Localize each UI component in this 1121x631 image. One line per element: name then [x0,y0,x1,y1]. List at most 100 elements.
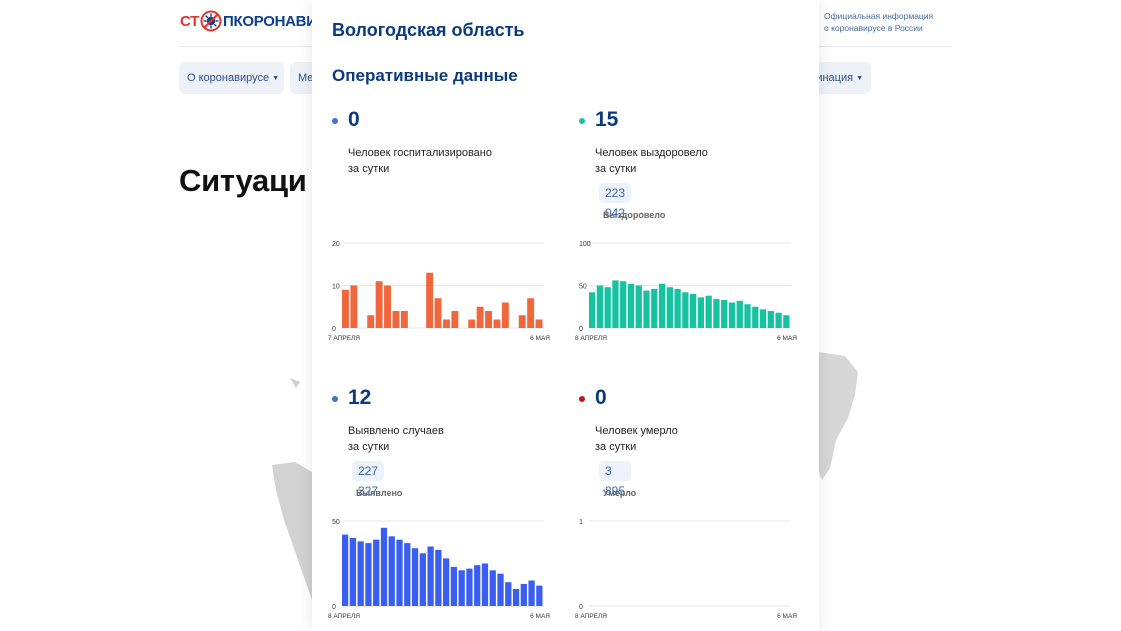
y-tick-label: 0 [579,604,583,611]
chart-bar[interactable] [682,292,689,328]
chart-bar[interactable] [674,288,681,328]
chart-bar[interactable] [775,312,782,328]
chart-bar[interactable] [728,302,736,329]
chart-bar[interactable] [493,319,501,329]
chart-bar[interactable] [367,315,375,328]
chart-bar[interactable] [752,306,759,328]
chart-bar[interactable] [342,534,349,606]
chart-bar[interactable] [426,272,434,328]
chart-bar[interactable] [589,292,596,328]
chart-bar[interactable] [705,295,712,328]
y-tick-label: 50 [579,284,587,291]
chart-deaths-svg: 0 1 8 АПРЕЛЯ 6 МАЯ [575,519,797,620]
chart-bar[interactable] [485,311,492,328]
x-start-label: 7 АПРЕЛЯ [328,335,360,342]
chart-bar[interactable] [620,281,627,328]
nav-about-coronavirus[interactable]: О коронавирусе ▼ [179,62,284,94]
chart-bar[interactable] [404,543,411,606]
chart-bar[interactable] [489,570,496,606]
chart-bar[interactable] [476,306,484,328]
site-info: Официальная информация о коронавирусе в … [824,10,933,34]
chart-bar[interactable] [627,283,635,328]
chart-bar[interactable] [721,299,728,328]
chart-bar[interactable] [528,580,535,607]
chart-bar[interactable] [536,585,543,606]
chart-bar[interactable] [535,319,543,329]
chart-bar[interactable] [380,527,388,606]
chart-bar[interactable] [375,281,383,328]
chart-bar[interactable] [427,546,434,607]
x-end-label: 6 МАЯ [530,335,550,342]
chart-bar[interactable] [501,302,509,329]
chart-bar[interactable] [604,287,611,328]
stat-description: Человек госпитализировано за сутки [348,145,518,177]
chart-bar[interactable] [505,582,512,606]
chart-bar[interactable] [419,553,426,606]
chart-bar[interactable] [411,548,419,606]
map-region-east[interactable] [818,352,858,480]
chart-bar[interactable] [736,300,743,328]
chart-bar[interactable] [520,583,527,606]
chart-bar[interactable] [466,568,473,606]
chart-bar[interactable] [434,298,442,328]
stat-value: 0 [595,386,607,409]
stat-description: Человек выздоровело за сутки [595,145,765,177]
bullet-dot-icon [579,396,585,402]
chart-bar[interactable] [400,311,408,328]
chart-bar[interactable] [713,299,720,328]
chart-bar[interactable] [643,290,650,328]
chart-bar[interactable] [443,558,450,606]
stat-desc-line2: за сутки [595,163,637,175]
chart-bar[interactable] [342,289,349,328]
chart-bar[interactable] [392,311,400,328]
logo-text-right: ПКОРОНАВИ [223,12,317,30]
chart-bar[interactable] [435,549,442,606]
chart-bar[interactable] [443,319,450,329]
chart-bar[interactable] [596,285,604,329]
y-tick-label: 20 [332,241,340,248]
chart-bar[interactable] [481,563,489,607]
chart-bar[interactable] [651,288,658,328]
chart-bar[interactable] [744,304,751,328]
region-popup: Вологодская область Оперативные данные 0… [312,0,819,631]
chart-bar[interactable] [450,566,458,606]
chart-bar[interactable] [666,287,673,328]
nav-vaccination-label: инация [816,72,854,84]
chart-bar[interactable] [690,294,697,328]
chart-bar[interactable] [451,311,459,328]
chart-bar[interactable] [350,285,358,329]
y-tick-label: 10 [332,284,340,291]
chart-cases-svg: 0 50 8 АПРЕЛЯ 6 МАЯ [328,519,550,620]
chart-bar[interactable] [357,541,364,606]
chart-recovered: 0 50 100 8 АПРЕЛЯ 6 МАЯ [569,236,809,351]
chart-bar[interactable] [658,283,666,328]
chart-bar[interactable] [349,538,357,606]
chart-bar[interactable] [458,570,465,606]
stat-desc-line1: Выявлено случаев [348,425,444,437]
site-logo[interactable]: СТ ПКОРОНАВИ [180,9,317,33]
chart-bar[interactable] [759,309,767,328]
chart-bar[interactable] [783,315,790,328]
chart-bar[interactable] [512,589,520,606]
chart-bar[interactable] [365,543,372,606]
stat-desc-line1: Человек выздоровело [595,147,708,159]
map-region-west[interactable] [272,462,312,600]
chart-bar[interactable] [767,311,774,328]
stat-value: 12 [348,386,372,409]
chart-bar[interactable] [388,536,395,606]
chart-bar[interactable] [373,539,380,606]
map-region-fragment[interactable] [290,378,300,388]
chart-bar[interactable] [612,280,619,328]
chart-bar[interactable] [468,319,476,329]
chart-bar[interactable] [518,315,526,328]
chart-bar[interactable] [497,573,504,606]
x-end-label: 6 МАЯ [530,613,550,620]
chart-cases: 0 50 8 АПРЕЛЯ 6 МАЯ [322,514,562,629]
chart-bar[interactable] [697,297,705,328]
x-end-label: 6 МАЯ [777,613,797,620]
chart-bar[interactable] [396,539,403,606]
chart-bar[interactable] [527,298,535,328]
chart-bar[interactable] [384,285,391,329]
chart-bar[interactable] [474,565,481,606]
chart-bar[interactable] [635,285,642,329]
